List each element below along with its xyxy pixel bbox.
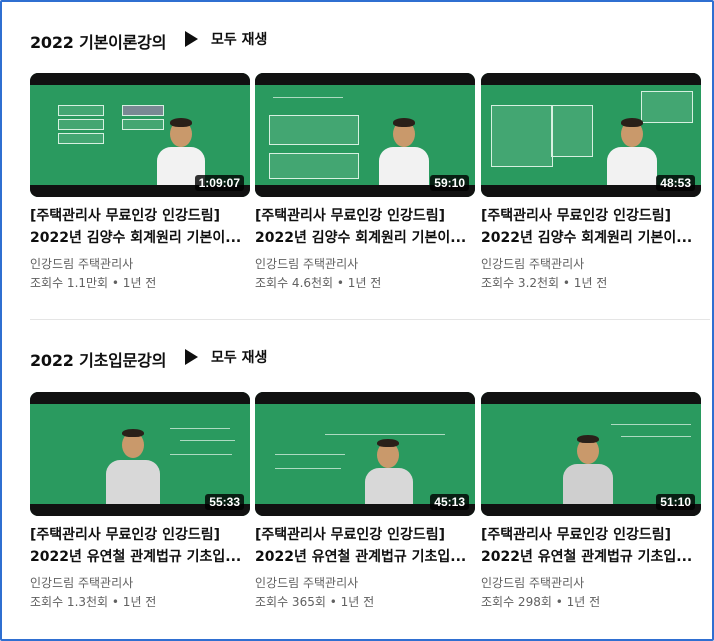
play-all-label: 모두 재생 bbox=[211, 350, 268, 366]
duration-badge: 59:10 bbox=[430, 175, 469, 191]
video-thumbnail[interactable]: 48:53 bbox=[481, 73, 701, 197]
play-all-button[interactable]: 모두 재생 bbox=[185, 347, 267, 367]
video-meta: 조회수 298회 • 1년 전 bbox=[481, 595, 601, 609]
video-title[interactable]: [주택관리사 무료인강 인강드림] 2022년 김양수 회계원리 기본이... bbox=[30, 205, 250, 249]
video-thumbnail[interactable]: 55:33 bbox=[30, 392, 250, 516]
channel-name[interactable]: 인강드림 주택관리사 bbox=[255, 255, 358, 272]
video-thumbnail[interactable]: 1:09:07 bbox=[30, 73, 250, 197]
video-thumbnail[interactable]: 45:13 bbox=[255, 392, 475, 516]
thumbnail-image bbox=[255, 404, 475, 504]
duration-badge: 51:10 bbox=[656, 494, 695, 510]
channel-name[interactable]: 인강드림 주택관리사 bbox=[30, 255, 133, 272]
thumbnail-image bbox=[30, 404, 250, 504]
thumbnail-image bbox=[30, 85, 250, 185]
channel-name[interactable]: 인강드림 주택관리사 bbox=[255, 574, 358, 591]
shelf-section-1: 2022 기본이론강의 모두 재생 1:09:07 [주택관리사 무료인강 인강… bbox=[30, 29, 710, 299]
play-all-button[interactable]: 모두 재생 bbox=[185, 29, 267, 49]
video-title[interactable]: [주택관리사 무료인강 인강드림] 2022년 유연철 관계법규 기초입... bbox=[255, 524, 475, 568]
section-divider bbox=[30, 319, 710, 320]
thumbnail-image bbox=[481, 85, 701, 185]
video-meta: 조회수 1.3천회 • 1년 전 bbox=[30, 595, 157, 609]
duration-badge: 1:09:07 bbox=[194, 175, 244, 191]
video-meta: 조회수 1.1만회 • 1년 전 bbox=[30, 276, 157, 290]
duration-badge: 48:53 bbox=[656, 175, 695, 191]
video-meta: 조회수 365회 • 1년 전 bbox=[255, 595, 375, 609]
video-title[interactable]: [주택관리사 무료인강 인강드림] 2022년 김양수 회계원리 기본이... bbox=[255, 205, 475, 249]
duration-badge: 45:13 bbox=[430, 494, 469, 510]
thumbnail-image bbox=[255, 85, 475, 185]
play-icon bbox=[185, 31, 198, 47]
video-title[interactable]: [주택관리사 무료인강 인강드림] 2022년 유연철 관계법규 기초입... bbox=[481, 524, 701, 568]
shelf-section-2: 2022 기초입문강의 모두 재생 55:33 [주택관리사 무료인강 인강드림… bbox=[30, 347, 710, 617]
channel-name[interactable]: 인강드림 주택관리사 bbox=[30, 574, 133, 591]
channel-name[interactable]: 인강드림 주택관리사 bbox=[481, 255, 584, 272]
video-meta: 조회수 4.6천회 • 1년 전 bbox=[255, 276, 382, 290]
video-thumbnail[interactable]: 59:10 bbox=[255, 73, 475, 197]
video-thumbnail[interactable]: 51:10 bbox=[481, 392, 701, 516]
shelf-title[interactable]: 2022 기초입문강의 bbox=[30, 347, 166, 371]
video-title[interactable]: [주택관리사 무료인강 인강드림] 2022년 김양수 회계원리 기본이... bbox=[481, 205, 701, 249]
thumbnail-image bbox=[481, 404, 701, 504]
video-title[interactable]: [주택관리사 무료인강 인강드림] 2022년 유연철 관계법규 기초입... bbox=[30, 524, 250, 568]
video-meta: 조회수 3.2천회 • 1년 전 bbox=[481, 276, 608, 290]
channel-name[interactable]: 인강드림 주택관리사 bbox=[481, 574, 584, 591]
duration-badge: 55:33 bbox=[205, 494, 244, 510]
play-all-label: 모두 재생 bbox=[211, 32, 268, 48]
shelf-title[interactable]: 2022 기본이론강의 bbox=[30, 29, 166, 53]
play-icon bbox=[185, 349, 198, 365]
